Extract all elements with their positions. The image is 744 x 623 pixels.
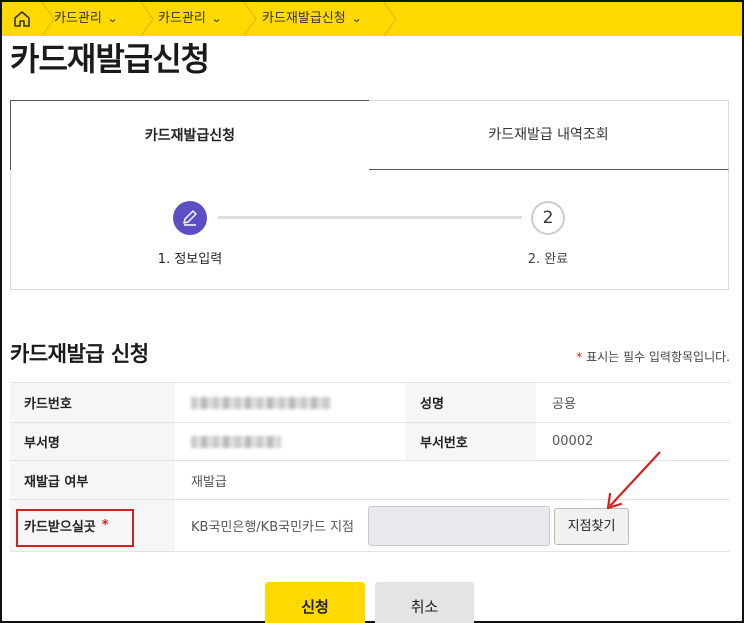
card-number-value	[175, 383, 405, 422]
step-1-indicator	[173, 201, 207, 235]
masked-text	[191, 396, 331, 409]
annotation-arrow-icon	[606, 451, 661, 510]
breadcrumb-item-2[interactable]: 카드관리 ⌄	[158, 2, 222, 36]
breadcrumb-item-3[interactable]: 카드재발급신청 ⌄	[262, 2, 362, 36]
chevron-down-icon: ⌄	[350, 12, 362, 25]
home-icon[interactable]	[12, 9, 32, 29]
tab-reissue-apply[interactable]: 카드재발급신청	[10, 100, 370, 170]
breadcrumb: 카드관리 ⌄ 카드관리 ⌄ 카드재발급신청 ⌄	[2, 2, 742, 36]
breadcrumb-label: 카드관리	[158, 11, 206, 26]
breadcrumb-separator-icon	[140, 2, 154, 36]
step-1-label: 1. 정보입력	[157, 252, 223, 267]
cancel-button[interactable]: 취소	[375, 582, 474, 623]
table-row: 카드번호 성명 공용	[10, 383, 730, 423]
card-number-label: 카드번호	[10, 383, 175, 422]
tab-reissue-history[interactable]: 카드재발급 내역조회	[369, 100, 729, 170]
department-value	[175, 423, 405, 460]
step-2-label: 2. 완료	[527, 252, 569, 267]
step-progress-line	[218, 216, 522, 219]
branch-input[interactable]	[368, 506, 550, 546]
breadcrumb-separator-icon	[243, 2, 257, 36]
chevron-down-icon: ⌄	[106, 12, 118, 25]
department-label: 부서명	[10, 423, 175, 460]
breadcrumb-separator-icon	[383, 2, 397, 36]
apply-button[interactable]: 신청	[265, 582, 365, 623]
masked-text	[191, 435, 281, 448]
required-star: *	[576, 350, 583, 364]
name-label: 성명	[406, 383, 536, 422]
department-number-label: 부서번호	[406, 423, 536, 460]
pencil-icon	[183, 210, 197, 226]
chevron-down-icon: ⌄	[210, 12, 222, 25]
breadcrumb-label: 카드재발급신청	[262, 11, 346, 26]
required-note-text: 표시는 필수 입력항목입니다.	[586, 350, 730, 364]
page-title: 카드재발급신청	[10, 40, 210, 78]
required-note: * 표시는 필수 입력항목입니다.	[576, 348, 730, 365]
step-2-indicator: 2	[531, 201, 565, 235]
name-value: 공용	[552, 397, 576, 412]
breadcrumb-item-1[interactable]: 카드관리 ⌄	[54, 2, 118, 36]
pickup-highlight-box	[16, 509, 134, 547]
form-title: 카드재발급 신청	[10, 342, 149, 366]
breadcrumb-label: 카드관리	[54, 11, 102, 26]
reissue-label: 재발급 여부	[10, 461, 175, 499]
pickup-prefix: KB국민은행/KB국민카드 지점	[191, 520, 354, 535]
